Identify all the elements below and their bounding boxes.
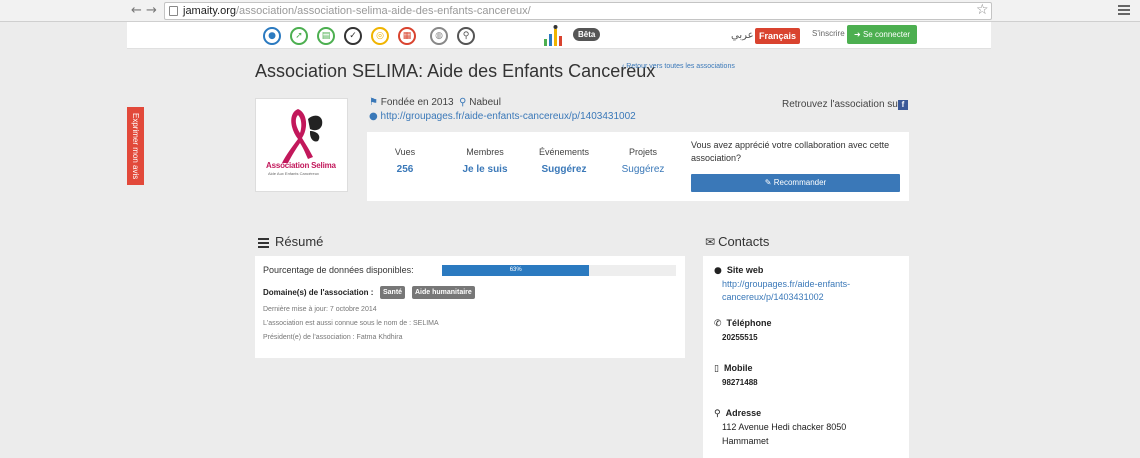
back-arrow-icon[interactable]: ← (131, 3, 142, 18)
stat-value[interactable]: Suggérez (615, 164, 671, 175)
flag-icon: ⚑ (369, 97, 378, 108)
address-bar[interactable]: jamaity.org/association/association-seli… (164, 2, 992, 20)
stat-value[interactable]: Je le suis (455, 164, 515, 175)
label-text: Adresse (725, 408, 762, 418)
page-icon (169, 6, 178, 16)
contact-phone-label: ✆ Téléphone (714, 318, 772, 329)
site-header: ● ➚ ▤ ✓ ◎ ▦ ◍ ⚲ Bêta عربي Français S'ins… (127, 22, 991, 49)
browser-menu-icon[interactable] (1118, 5, 1130, 17)
stats-card: Vues 256 Membres Je le suis Événements S… (367, 132, 909, 201)
contacts-card: ● Site web http://groupages.fr/aide-enfan… (703, 256, 909, 458)
bookmark-star-icon[interactable]: ☆ (976, 2, 989, 18)
beta-badge: Bêta (573, 28, 601, 41)
stat-label: Membres (466, 147, 504, 157)
back-to-associations-link[interactable]: ‹ Retour vers toutes les associations (622, 63, 735, 70)
stat-projects: Projets Suggérez (615, 147, 671, 175)
login-label: Se connecter (862, 30, 911, 39)
contact-mobile-label: ▯ Mobile (714, 363, 752, 374)
data-progress-bar: 63% (442, 265, 676, 276)
list-icon (258, 237, 269, 248)
contact-website-link-2[interactable]: cancereux/p/1403431002 (722, 291, 824, 304)
also-known-as: L'association est aussi connue sous le n… (263, 320, 439, 327)
association-website-link[interactable]: http://groupages.fr/aide-enfants-cancere… (381, 111, 636, 122)
community-icon[interactable]: ● (263, 27, 281, 45)
appreciate-text: Vous avez apprécié votre collaboration a… (691, 140, 890, 163)
page-title: Association SELIMA: Aide des Enfants Can… (255, 61, 656, 81)
resume-heading: Résumé (258, 234, 323, 249)
news-icon[interactable]: ▤ (317, 27, 335, 45)
logo-subtext: Aide Aux Enfants Cancéreux (268, 171, 319, 176)
founding-info: ⚑ Fondée en 2013 ⚲ Nabeul (369, 97, 501, 108)
contact-address-label: ⚲ Adresse (714, 408, 761, 419)
jamaity-logo-icon[interactable] (542, 25, 568, 46)
lang-french-button[interactable]: Français (755, 28, 801, 44)
contact-mobile: 98271488 (722, 378, 758, 387)
forward-arrow-icon[interactable]: → (146, 3, 157, 18)
stat-value: 256 (396, 164, 414, 175)
contacts-heading: ✉ Contacts (705, 234, 769, 249)
stat-events: Événements Suggérez (533, 147, 595, 175)
map-marker-icon: ⚲ (459, 97, 467, 108)
tag-sante[interactable]: Santé (380, 286, 406, 299)
label-text: Site web (726, 265, 764, 275)
contact-address-line2: Hammamet (722, 436, 769, 446)
stat-members: Membres Je le suis (455, 147, 515, 175)
stat-views: Vues 256 (385, 147, 425, 175)
resume-heading-text: Résumé (275, 234, 324, 249)
label-text: Téléphone (726, 318, 772, 328)
last-updated: Dernière mise à jour: 7 octobre 2014 (263, 306, 377, 313)
domain-label: Domaine(s) de l'association : (263, 288, 374, 297)
url-host: jamaity.org (183, 5, 236, 17)
url-path: /association/association-selima-aide-des… (235, 5, 531, 17)
contact-website-link[interactable]: http://groupages.fr/aide-enfants- (722, 278, 850, 291)
stat-value[interactable]: Suggérez (533, 164, 595, 175)
thumbs-icon[interactable]: ✓ (344, 27, 362, 45)
map-marker-icon: ⚲ (714, 409, 721, 419)
find-on-text: Retrouvez l'association sur (782, 99, 902, 110)
stat-label: Événements (538, 147, 590, 157)
founded-text: Fondée en 2013 (380, 97, 454, 108)
search-icon[interactable]: ⚲ (457, 27, 475, 45)
target-icon[interactable]: ◎ (371, 27, 389, 45)
globe-small-icon: ● (714, 266, 722, 276)
login-button[interactable]: ➜ Se connecter (847, 25, 918, 44)
recommend-label: Recommander (773, 178, 827, 187)
president: Président(e) de l'association : Fatma Kh… (263, 334, 403, 341)
resume-card: Pourcentage de données disponibles: 63% … (255, 256, 685, 358)
lang-arabic-link[interactable]: عربي (731, 30, 754, 41)
signup-link[interactable]: S'inscrire (812, 29, 845, 38)
browser-toolbar: ← → jamaity.org/association/association-… (0, 0, 1140, 22)
label-text: Mobile (723, 363, 753, 373)
rocket-icon[interactable]: ➚ (290, 27, 308, 45)
contacts-heading-text: Contacts (718, 234, 770, 249)
mobile-icon: ▯ (714, 364, 719, 374)
association-logo: Association Selima Aide Aux Enfants Canc… (255, 98, 348, 192)
contact-website-label: ● Site web (714, 265, 763, 276)
website-row: ● http://groupages.fr/aide-enfants-cance… (369, 111, 636, 122)
calendar-icon[interactable]: ▦ (398, 27, 416, 45)
phone-icon: ✆ (714, 319, 722, 329)
pct-label: Pourcentage de données disponibles: (263, 265, 414, 275)
back-link-label: Retour vers toutes les associations (626, 63, 735, 70)
globe-small-icon: ● (369, 111, 378, 122)
tag-aide-humanitaire[interactable]: Aide humanitaire (412, 286, 475, 299)
envelope-icon: ✉ (705, 235, 716, 249)
login-icon: ➜ (854, 30, 863, 39)
globe-icon[interactable]: ◍ (430, 27, 448, 45)
stat-label: Vues (394, 147, 416, 157)
pencil-icon: ✎ (764, 178, 774, 187)
progress-fill: 63% (442, 265, 590, 276)
stat-label: Projets (628, 147, 657, 157)
feedback-tab[interactable]: Exprimer mon avis (127, 107, 144, 185)
contact-phone: 20255515 (722, 333, 758, 342)
recommend-button[interactable]: ✎ Recommander (691, 174, 900, 192)
logo-text: Association Selima (266, 161, 336, 170)
facebook-icon[interactable]: f (898, 100, 908, 110)
city-text: Nabeul (469, 97, 501, 108)
contact-address-line1: 112 Avenue Hedi chacker 8050 (722, 422, 847, 432)
